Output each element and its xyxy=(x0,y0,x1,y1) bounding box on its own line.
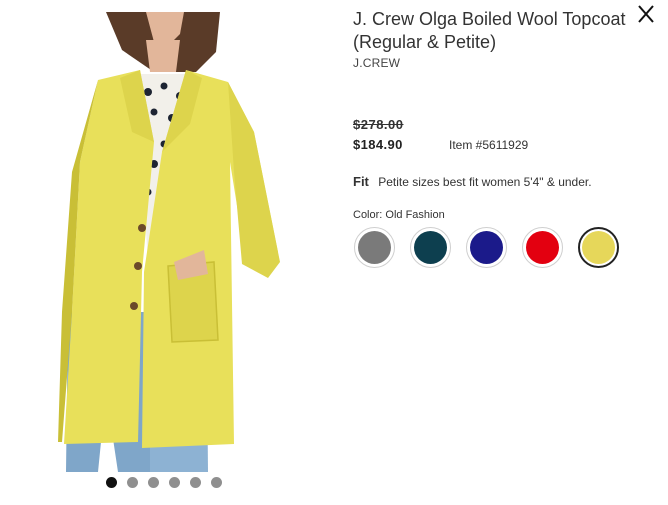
gallery-dot[interactable] xyxy=(127,477,138,488)
price-row: $184.90 Item #5611929 xyxy=(353,137,528,152)
gallery-dot[interactable] xyxy=(106,477,117,488)
color-swatches xyxy=(354,227,619,268)
gallery-dot[interactable] xyxy=(148,477,159,488)
swatch-yellow[interactable] xyxy=(578,227,619,268)
brand-name[interactable]: J.CREW xyxy=(353,56,633,70)
product-header: J. Crew Olga Boiled Wool Topcoat (Regula… xyxy=(353,8,633,70)
coat-photo xyxy=(58,12,280,472)
close-icon xyxy=(638,5,654,23)
swatch-color xyxy=(470,231,503,264)
sale-price: $184.90 xyxy=(353,137,403,152)
original-price: $278.00 xyxy=(353,117,404,132)
close-button[interactable] xyxy=(634,2,658,26)
swatch-color xyxy=(358,231,391,264)
product-title: J. Crew Olga Boiled Wool Topcoat (Regula… xyxy=(353,9,626,52)
swatch-color xyxy=(526,231,559,264)
swatch-red[interactable] xyxy=(522,227,563,268)
product-image[interactable] xyxy=(58,12,294,472)
fit-label: Fit xyxy=(353,174,369,189)
fit-text: Petite sizes best fit women 5'4" & under… xyxy=(378,175,592,189)
gallery-dot[interactable] xyxy=(190,477,201,488)
gallery-dot[interactable] xyxy=(211,477,222,488)
swatch-gray[interactable] xyxy=(354,227,395,268)
gallery-dots xyxy=(106,477,222,488)
fit-info: Fit Petite sizes best fit women 5'4" & u… xyxy=(353,174,592,189)
swatch-color xyxy=(582,231,615,264)
item-number: Item #5611929 xyxy=(449,138,529,152)
color-label: Color: Old Fashion xyxy=(353,209,445,221)
swatch-dark-teal[interactable] xyxy=(410,227,451,268)
swatch-navy[interactable] xyxy=(466,227,507,268)
gallery-dot[interactable] xyxy=(169,477,180,488)
swatch-color xyxy=(414,231,447,264)
